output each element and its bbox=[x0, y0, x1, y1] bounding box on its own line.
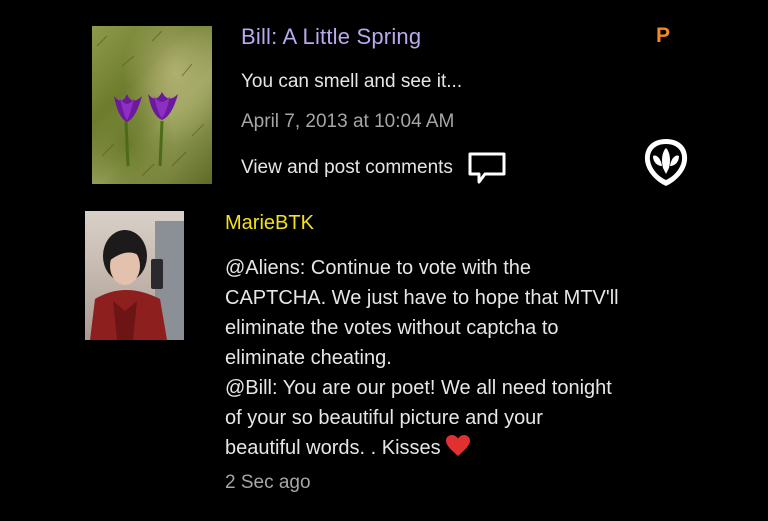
avatar[interactable] bbox=[85, 211, 184, 340]
speech-bubble-icon[interactable] bbox=[467, 151, 507, 185]
post-title[interactable]: Bill: A Little Spring bbox=[241, 24, 421, 50]
comment-line-last: beautiful words. . Kisses bbox=[225, 433, 725, 463]
comment-timestamp: 2 Sec ago bbox=[225, 472, 311, 493]
view-comments-label: View and post comments bbox=[241, 157, 453, 178]
heart-icon bbox=[445, 435, 470, 456]
p-badge: P bbox=[656, 24, 671, 47]
post-excerpt: You can smell and see it... bbox=[241, 71, 463, 92]
comment-line: of your so beautiful picture and your bbox=[225, 407, 543, 429]
post-date: April 7, 2013 at 10:04 AM bbox=[241, 111, 455, 132]
comment-line: beautiful words. . Kisses bbox=[225, 437, 441, 459]
view-comments-link[interactable]: View and post comments bbox=[241, 151, 507, 185]
post-thumbnail[interactable] bbox=[92, 26, 212, 184]
comment-line: CAPTCHA. We just have to hope that MTV'l… bbox=[225, 287, 619, 309]
comment-line: @Bill: You are our poet! We all need ton… bbox=[225, 377, 612, 399]
comment-line: eliminate cheating. bbox=[225, 347, 392, 369]
comment-body: @Aliens: Continue to vote with the CAPTC… bbox=[225, 253, 725, 463]
comment-line: eliminate the votes without captcha to bbox=[225, 317, 559, 339]
comment-author[interactable]: MarieBTK bbox=[225, 212, 314, 235]
alien-head-icon[interactable] bbox=[641, 136, 691, 188]
comment-line: @Aliens: Continue to vote with the bbox=[225, 257, 532, 279]
